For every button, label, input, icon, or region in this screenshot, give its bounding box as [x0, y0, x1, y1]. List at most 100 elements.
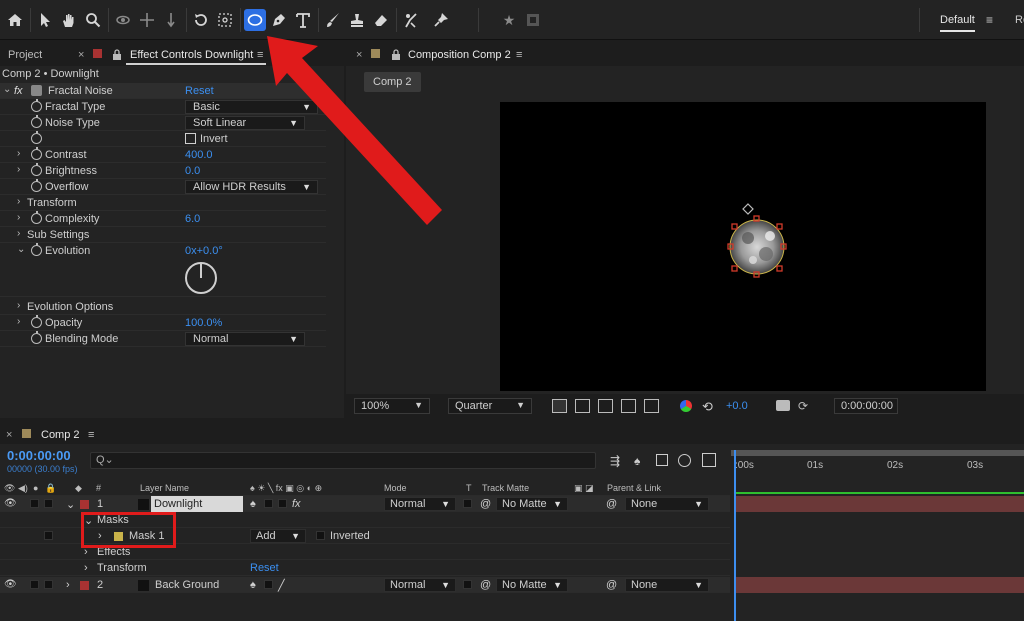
- panel-menu-icon[interactable]: ≡: [88, 429, 94, 441]
- chevron-right-icon[interactable]: ›: [17, 164, 20, 175]
- pick-whip-icon[interactable]: @: [606, 498, 617, 510]
- effect-switch[interactable]: [278, 499, 287, 508]
- current-time-indicator[interactable]: [734, 450, 736, 621]
- transform-reset-link[interactable]: Reset: [250, 562, 279, 574]
- fx-icon[interactable]: fx: [14, 85, 23, 97]
- eye-icon[interactable]: 👁: [4, 579, 17, 590]
- tab-effect-controls[interactable]: Effect Controls Downlight: [130, 49, 253, 61]
- parent-dropdown[interactable]: None ▼: [625, 578, 709, 592]
- type-tool-icon[interactable]: [292, 9, 314, 31]
- stopwatch-icon[interactable]: [31, 331, 42, 344]
- lock-icon[interactable]: [112, 49, 122, 63]
- stopwatch-icon[interactable]: [31, 179, 42, 192]
- mask-mode-dropdown[interactable]: Add ▼: [250, 529, 306, 543]
- layer-row[interactable]: 👁 › 2 Back Ground ♠ ╱ Normal ▼ @ No Matte…: [0, 577, 730, 593]
- lock-column-icon[interactable]: 🔒: [45, 483, 56, 494]
- chevron-right-icon[interactable]: ›: [17, 316, 20, 327]
- quality-switch[interactable]: [264, 580, 273, 589]
- layer-name[interactable]: Downlight: [151, 496, 243, 512]
- ellipse-tool-icon[interactable]: [244, 9, 266, 31]
- mask-visibility-icon[interactable]: [598, 399, 613, 413]
- lock-switch[interactable]: [44, 580, 53, 589]
- stopwatch-icon[interactable]: [31, 211, 42, 224]
- orbit-camera-tool-icon[interactable]: [112, 9, 134, 31]
- chevron-right-icon[interactable]: ›: [84, 562, 88, 574]
- eye-icon[interactable]: 👁: [4, 498, 17, 509]
- exposure-value[interactable]: +0.0: [726, 400, 748, 412]
- layer-label-color[interactable]: [80, 500, 89, 509]
- tab-comp-2[interactable]: Comp 2: [41, 429, 80, 441]
- blending-mode-dropdown[interactable]: Normal ▼: [185, 332, 305, 346]
- fractal-type-dropdown[interactable]: Basic ▼: [185, 100, 318, 114]
- workspace-next-tab[interactable]: Re: [1015, 14, 1024, 26]
- lock-switch[interactable]: [44, 531, 53, 540]
- reset-exposure-icon[interactable]: ⟲: [702, 399, 713, 415]
- layer-name[interactable]: Back Ground: [155, 579, 219, 591]
- tab-project[interactable]: Project: [8, 49, 42, 61]
- selection-tool-icon[interactable]: [34, 9, 56, 31]
- rotation-tool-icon[interactable]: [190, 9, 212, 31]
- audio-icon[interactable]: ◀): [18, 483, 28, 494]
- stopwatch-icon[interactable]: [31, 99, 42, 112]
- stopwatch-icon[interactable]: [31, 163, 42, 176]
- time-ruler[interactable]: :00s 01s 02s 03s: [731, 450, 1024, 490]
- pan-camera-tool-icon[interactable]: [136, 9, 158, 31]
- zoom-dropdown[interactable]: 100% ▼: [354, 398, 430, 414]
- stopwatch-icon[interactable]: [31, 243, 42, 256]
- timeline-timecode[interactable]: 0:00:00:00: [7, 448, 71, 463]
- pen-tool-icon[interactable]: [268, 9, 290, 31]
- anchor-point-tool-icon[interactable]: [214, 9, 236, 31]
- chevron-right-icon[interactable]: ›: [66, 579, 70, 591]
- zoom-tool-icon[interactable]: [82, 9, 104, 31]
- lock-switch[interactable]: [44, 499, 53, 508]
- preserve-transparency-switch[interactable]: [463, 499, 472, 508]
- transform-group-row[interactable]: › Transform Reset: [0, 560, 730, 576]
- matte-link-icon[interactable]: @: [480, 579, 491, 591]
- quality-slash-icon[interactable]: ╱: [278, 579, 285, 592]
- noise-type-dropdown[interactable]: Soft Linear ▼: [185, 116, 305, 130]
- solo-switch[interactable]: [30, 580, 39, 589]
- show-snapshot-icon[interactable]: ⟳: [798, 399, 808, 413]
- contrast-value[interactable]: 400.0: [185, 149, 213, 161]
- chevron-down-icon[interactable]: ⌄: [17, 244, 25, 255]
- transparency-grid-icon[interactable]: [575, 399, 590, 413]
- stopwatch-icon[interactable]: [31, 147, 42, 160]
- graph-editor-icon[interactable]: [702, 453, 716, 467]
- camera-snapshot-icon[interactable]: [776, 400, 790, 411]
- star-icon[interactable]: ★: [498, 9, 520, 31]
- switches-icons[interactable]: ♠ ☀ ╲ fx ▣ ◎ ◐ ⊕: [250, 483, 322, 494]
- stopwatch-icon[interactable]: [31, 315, 42, 328]
- parent-dropdown[interactable]: None ▼: [625, 497, 709, 511]
- close-icon[interactable]: ×: [6, 429, 12, 441]
- lock-icon[interactable]: [391, 49, 401, 63]
- snapping-icon[interactable]: [522, 9, 544, 31]
- grid-guides-icon[interactable]: [644, 399, 659, 413]
- chevron-down-icon[interactable]: ⌄: [66, 498, 75, 511]
- workspace-default-tab[interactable]: Default: [940, 14, 975, 32]
- tab-composition[interactable]: Composition Comp 2: [408, 49, 511, 61]
- motion-blur-icon[interactable]: [678, 454, 691, 467]
- shy-switch-icon[interactable]: ♠: [250, 498, 256, 510]
- preserve-transparency-switch[interactable]: [463, 580, 472, 589]
- property-row-transform[interactable]: › Transform: [0, 195, 326, 211]
- mode-dropdown[interactable]: Normal ▼: [384, 578, 456, 592]
- frame-blending-icon[interactable]: [656, 454, 668, 466]
- region-of-interest-icon[interactable]: [621, 399, 636, 413]
- mode-dropdown[interactable]: Normal ▼: [384, 497, 456, 511]
- brush-tool-icon[interactable]: [322, 9, 344, 31]
- column-layer-name[interactable]: Layer Name: [140, 483, 189, 493]
- layer-label-color[interactable]: [80, 581, 89, 590]
- panel-menu-icon[interactable]: ≡: [516, 49, 522, 61]
- stopwatch-icon[interactable]: [31, 115, 42, 128]
- pick-whip-icon[interactable]: @: [606, 579, 617, 591]
- invert-checkbox[interactable]: [185, 133, 196, 144]
- property-row-sub-settings[interactable]: › Sub Settings: [0, 227, 326, 243]
- track-matte-dropdown[interactable]: No Matte ▼: [496, 578, 568, 592]
- solo-switch[interactable]: [30, 499, 39, 508]
- composition-mini-flowchart-icon[interactable]: ⇶: [610, 454, 620, 468]
- solo-icon[interactable]: ●: [33, 483, 38, 493]
- chevron-right-icon[interactable]: ›: [17, 148, 20, 159]
- quality-switch[interactable]: [264, 499, 273, 508]
- chevron-right-icon[interactable]: ›: [17, 228, 20, 239]
- inverted-checkbox[interactable]: [316, 531, 325, 540]
